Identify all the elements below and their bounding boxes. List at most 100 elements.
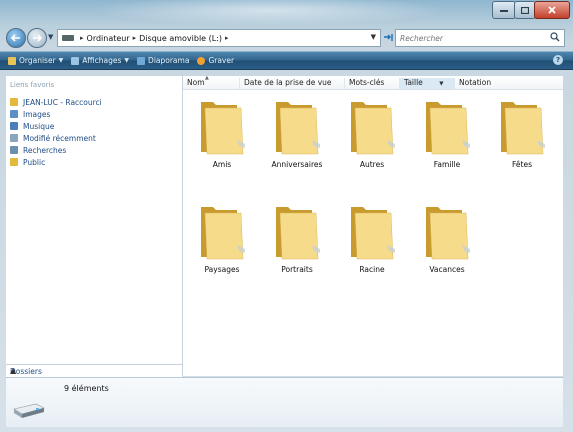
address-row: ▼ ▸ Ordinateur ▸ Disque amovible (L:) ▸ … — [0, 26, 573, 50]
folder-label: Autres — [359, 160, 385, 169]
folder-item[interactable]: Famille — [412, 96, 482, 186]
slideshow-icon — [137, 56, 146, 65]
address-dropdown-icon[interactable]: ▼ — [371, 33, 376, 41]
column-date-taken-label: Date de la prise de vue — [244, 78, 332, 87]
folder-icon — [351, 102, 395, 155]
explorer-window: ▼ ▸ Ordinateur ▸ Disque amovible (L:) ▸ … — [0, 0, 573, 432]
folder-icon — [201, 102, 245, 155]
folder-icon — [201, 207, 245, 260]
close-button[interactable] — [534, 1, 570, 19]
sidebar-item-music[interactable]: Musique — [10, 120, 102, 132]
address-bar[interactable]: ▸ Ordinateur ▸ Disque amovible (L:) ▸ ▼ — [57, 29, 381, 47]
sidebar-item-recent[interactable]: Modifié récemment — [10, 132, 102, 144]
chevron-down-icon: ▼ — [439, 81, 444, 87]
breadcrumb-computer[interactable]: Ordinateur — [87, 34, 130, 43]
breadcrumb-separator-icon[interactable]: ▸ — [80, 34, 84, 42]
organize-label: Organiser — [19, 56, 56, 65]
folder-label: Racine — [359, 265, 385, 274]
folder-icon — [276, 207, 320, 260]
burn-label: Graver — [208, 56, 235, 65]
folder-item[interactable]: Portraits — [262, 201, 332, 291]
column-headers: ▲ Nom Date de la prise de vue Mots-clés … — [183, 75, 563, 90]
sidebar-item-label: Modifié récemment — [23, 133, 96, 143]
sidebar-item-images[interactable]: Images — [10, 108, 102, 120]
folder-item[interactable]: Paysages — [187, 201, 257, 291]
folder-item[interactable]: Racine — [337, 201, 407, 291]
folder-label: Fêtes — [512, 160, 532, 169]
sidebar-item-label: Images — [23, 109, 51, 119]
back-button[interactable] — [6, 28, 26, 48]
maximize-button[interactable] — [514, 1, 536, 19]
slideshow-label: Diaporama — [148, 56, 190, 65]
recent-icon — [10, 134, 18, 142]
sidebar-item-searches[interactable]: Recherches — [10, 144, 102, 156]
folder-icon — [426, 207, 470, 260]
folders-toggle[interactable]: Dossiers ▲ — [6, 364, 182, 377]
sidebar-item-jean-luc[interactable]: JEAN-LUC - Raccourci — [10, 96, 102, 108]
file-list: ▲ Nom Date de la prise de vue Mots-clés … — [183, 75, 563, 376]
favorites-heading: Liens favoris — [10, 81, 55, 89]
column-tags-label: Mots-clés — [349, 78, 385, 87]
breadcrumb-separator-icon[interactable]: ▸ — [225, 34, 229, 42]
folder-label: Anniversaires — [271, 160, 323, 169]
search-icon[interactable] — [550, 32, 560, 42]
title-glow — [90, 0, 450, 26]
slideshow-button[interactable]: Diaporama — [137, 56, 189, 65]
organize-button[interactable]: Organiser ▼ — [8, 56, 63, 65]
computer-icon — [62, 35, 74, 41]
sidebar-item-public[interactable]: Public — [10, 156, 102, 168]
folder-icon — [501, 102, 545, 155]
music-icon — [10, 122, 18, 130]
minimize-button[interactable] — [492, 1, 516, 19]
breadcrumb-separator-icon[interactable]: ▸ — [133, 34, 137, 42]
chevron-down-icon: ▼ — [124, 57, 130, 64]
column-rating[interactable]: Notation — [455, 78, 519, 89]
sidebar-item-label: JEAN-LUC - Raccourci — [23, 97, 102, 107]
favorites-list: JEAN-LUC - Raccourci Images Musique Modi… — [10, 96, 102, 168]
breadcrumb-removable-disk[interactable]: Disque amovible (L:) — [139, 34, 222, 43]
column-size[interactable]: Taille ▼ — [400, 78, 455, 89]
sidebar-item-label: Musique — [23, 121, 55, 131]
column-tags[interactable]: Mots-clés — [345, 78, 400, 89]
item-count: 9 éléments — [64, 384, 109, 393]
minimize-icon — [500, 10, 508, 12]
command-toolbar: Organiser ▼ Affichages ▼ Diaporama Grave… — [0, 51, 573, 70]
column-name[interactable]: ▲ Nom — [183, 75, 240, 89]
refresh-icon — [383, 33, 393, 41]
burn-icon — [197, 56, 206, 65]
column-date-taken[interactable]: Date de la prise de vue — [240, 78, 345, 89]
folder-item[interactable]: Autres — [337, 96, 407, 186]
folder-label: Paysages — [204, 265, 240, 274]
refresh-button[interactable] — [382, 31, 394, 43]
folder-item[interactable]: Amis — [187, 96, 257, 186]
sidebar-item-label: Recherches — [23, 145, 67, 155]
navigation-pane: Liens favoris JEAN-LUC - Raccourci Image… — [6, 76, 183, 376]
folder-icon — [10, 98, 18, 106]
close-icon — [548, 6, 556, 14]
search-input[interactable] — [396, 32, 542, 44]
folder-icon — [10, 158, 18, 166]
forward-button[interactable] — [27, 28, 47, 48]
pictures-icon — [10, 110, 18, 118]
column-name-label: Nom — [187, 78, 205, 87]
arrow-left-icon — [11, 34, 20, 42]
history-dropdown-icon[interactable]: ▼ — [48, 33, 53, 41]
details-pane: 9 éléments — [6, 377, 563, 427]
folder-icon — [276, 102, 320, 155]
burn-button[interactable]: Graver — [197, 56, 234, 65]
maximize-icon — [521, 6, 529, 14]
help-icon[interactable]: ? — [553, 55, 563, 65]
column-rating-label: Notation — [459, 78, 492, 87]
removable-drive-icon — [13, 403, 45, 418]
views-button[interactable]: Affichages ▼ — [71, 56, 129, 65]
column-size-label: Taille — [404, 78, 423, 87]
sort-ascending-icon: ▲ — [205, 75, 209, 81]
search-box[interactable] — [395, 29, 565, 47]
folder-item[interactable]: Fêtes — [487, 96, 557, 186]
folder-item[interactable]: Anniversaires — [262, 96, 332, 186]
folder-item[interactable]: Vacances — [412, 201, 482, 291]
organize-icon — [8, 56, 16, 65]
folder-label: Vacances — [429, 265, 465, 274]
sidebar-item-label: Public — [23, 157, 46, 167]
folder-icon — [351, 207, 395, 260]
